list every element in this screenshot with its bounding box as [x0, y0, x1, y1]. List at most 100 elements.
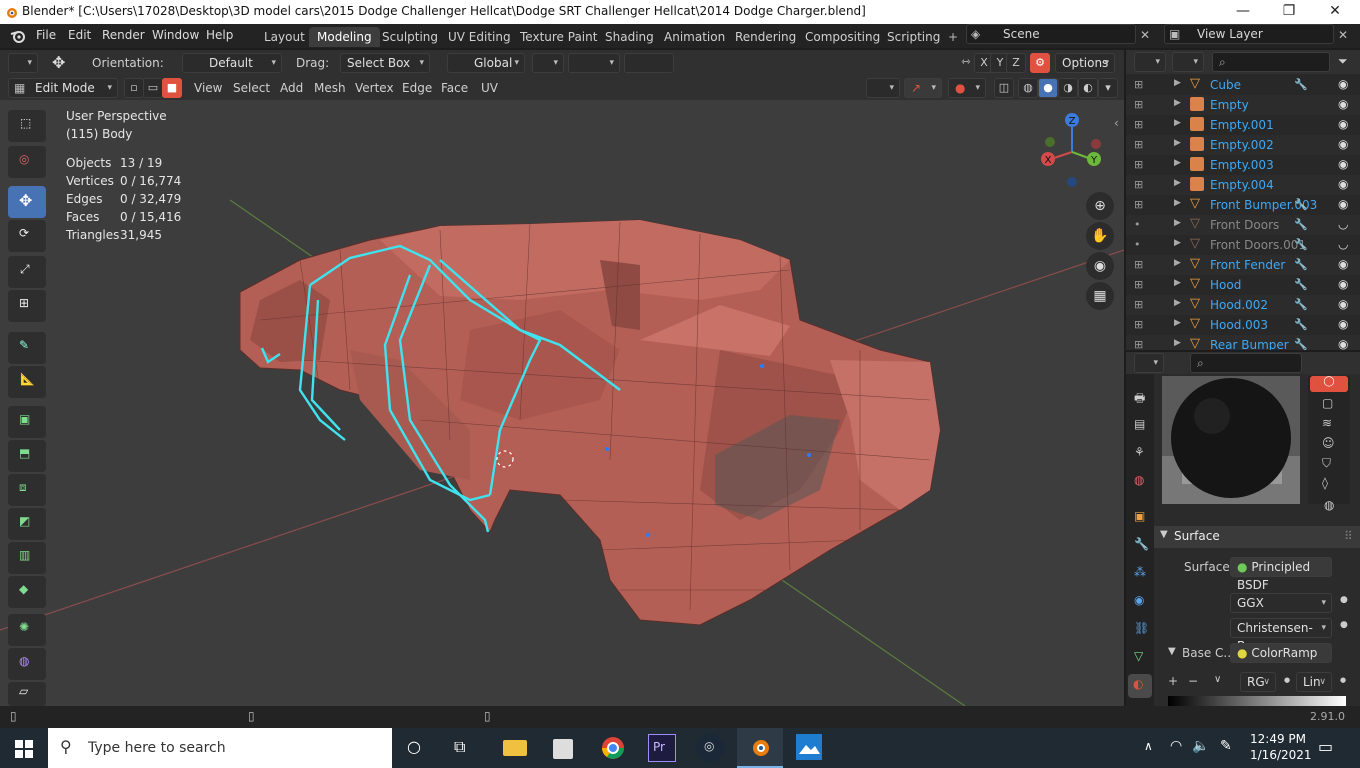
expand-arrow-icon[interactable]: ▶: [1174, 198, 1181, 208]
visibility-dropdown[interactable]: ▾: [866, 78, 900, 98]
outliner-search-input[interactable]: ⌕: [1212, 52, 1330, 72]
ortho-grid-icon[interactable]: ▦: [1086, 282, 1114, 310]
edge-select-icon[interactable]: ▭: [143, 78, 163, 98]
visibility-eye-icon[interactable]: ◡: [1338, 237, 1348, 251]
visibility-eye-icon[interactable]: ◉: [1338, 117, 1348, 131]
wireframe-shading-icon[interactable]: ◍: [1018, 78, 1038, 98]
menu-render[interactable]: Render: [102, 28, 145, 42]
ramp-menu-icon[interactable]: ∨: [1214, 674, 1221, 685]
menu-help[interactable]: Help: [206, 28, 233, 42]
world-props-tab-icon[interactable]: ◍: [1128, 470, 1152, 494]
world-preview-icon[interactable]: ◍: [1324, 498, 1334, 512]
tab-sculpting[interactable]: Sculpting: [374, 27, 446, 47]
selectability-icon[interactable]: ⊞: [1134, 158, 1143, 171]
tab-rendering[interactable]: Rendering: [727, 27, 804, 47]
expand-arrow-icon[interactable]: ▶: [1174, 318, 1181, 328]
proportional-edit-dropdown[interactable]: [624, 53, 674, 73]
steam-icon[interactable]: ◎: [696, 734, 724, 762]
notifications-icon[interactable]: ▭: [1318, 737, 1333, 756]
base-color-input[interactable]: ● ColorRamp: [1230, 643, 1332, 663]
selectability-icon[interactable]: ⊞: [1134, 198, 1143, 211]
move-tool-button[interactable]: ✥: [8, 186, 46, 218]
expand-arrow-icon[interactable]: ▶: [1174, 118, 1181, 128]
visibility-eye-icon[interactable]: ◉: [1338, 157, 1348, 171]
selectability-icon[interactable]: ⊞: [1134, 98, 1143, 111]
pan-hand-icon[interactable]: ✋: [1086, 222, 1114, 250]
rotate-tool-icon[interactable]: ⟳: [8, 220, 46, 252]
hair-preview-icon[interactable]: ≋: [1322, 416, 1332, 430]
tab-compositing[interactable]: Compositing: [797, 27, 888, 47]
expand-arrow-icon[interactable]: ▶: [1174, 98, 1181, 108]
maximize-button[interactable]: ❐: [1266, 0, 1312, 24]
premiere-icon[interactable]: Pr: [648, 734, 676, 762]
selectability-icon[interactable]: ⊞: [1134, 278, 1143, 291]
overlay-dropdown[interactable]: ● ▾: [948, 78, 986, 98]
add-workspace-button[interactable]: +: [940, 27, 966, 47]
outliner-item[interactable]: ⊞ ▶ ▽ Hood 🔧 ◉: [1126, 275, 1360, 295]
render-props-tab-icon[interactable]: 🖶: [1128, 386, 1152, 410]
modifier-props-tab-icon[interactable]: 🔧: [1128, 534, 1152, 558]
cortana-icon[interactable]: ○: [407, 737, 421, 756]
object-props-tab-icon[interactable]: ▣: [1128, 506, 1152, 530]
outliner-item[interactable]: ⊞ ▶ ▽ Front Bumper.003 🔧 ◉: [1126, 195, 1360, 215]
outliner-item[interactable]: ⊞ ▶ ▽ Hood.002 🔧 ◉: [1126, 295, 1360, 315]
subsurface-method-dropdown[interactable]: Christensen-Bu...▾: [1230, 618, 1332, 653]
visibility-eye-icon[interactable]: ◉: [1338, 297, 1348, 311]
menu-view[interactable]: View: [194, 81, 222, 95]
view-layer-selector[interactable]: ▣ View Layer: [1164, 24, 1334, 44]
visibility-eye-icon[interactable]: ◉: [1338, 137, 1348, 151]
outliner-editor-type-dropdown[interactable]: ▾: [1134, 52, 1166, 72]
ramp-interpolation-dropdown[interactable]: Lin ∨: [1296, 672, 1332, 692]
menu-vertex[interactable]: Vertex: [355, 81, 394, 95]
menu-face[interactable]: Face: [441, 81, 468, 95]
monkey-preview-icon[interactable]: ☺: [1322, 436, 1335, 450]
expand-arrow-icon[interactable]: ▶: [1174, 178, 1181, 188]
visibility-eye-icon[interactable]: ◉: [1338, 257, 1348, 271]
scale-tool-icon[interactable]: ⤢: [8, 256, 46, 288]
store-icon[interactable]: [548, 732, 578, 764]
selectability-icon[interactable]: •: [1134, 238, 1141, 251]
auto-merge-icon[interactable]: ⚙: [1030, 53, 1050, 73]
shear-tool-icon[interactable]: ▱: [8, 682, 46, 706]
constraints-props-tab-icon[interactable]: ⛓: [1128, 618, 1152, 642]
chrome-icon[interactable]: [598, 733, 628, 763]
material-props-tab-icon[interactable]: ◐: [1128, 674, 1152, 698]
selectability-icon[interactable]: •: [1134, 218, 1141, 231]
menu-window[interactable]: Window: [152, 28, 199, 42]
visibility-eye-icon[interactable]: ◉: [1338, 337, 1348, 350]
add-stop-icon[interactable]: +: [1168, 674, 1178, 688]
outliner-item[interactable]: ⊞ ▶ Empty ◉: [1126, 95, 1360, 115]
inset-tool-icon[interactable]: ⧈: [8, 474, 46, 506]
zoom-icon[interactable]: ⊕: [1086, 192, 1114, 220]
file-explorer-icon[interactable]: [500, 732, 530, 764]
select-tool-icon[interactable]: ⬚: [8, 110, 46, 142]
selectability-icon[interactable]: ⊞: [1134, 78, 1143, 91]
selectability-icon[interactable]: ⊞: [1134, 258, 1143, 271]
orientation-dropdown[interactable]: Default ▾: [182, 53, 282, 73]
outliner-item[interactable]: ⊞ ▶ ▽ Rear Bumper 🔧 ◉: [1126, 335, 1360, 350]
windows-start-icon[interactable]: [15, 740, 33, 758]
menu-uv[interactable]: UV: [481, 81, 498, 95]
expand-arrow-icon[interactable]: ▶: [1174, 338, 1181, 348]
selectability-icon[interactable]: ⊞: [1134, 118, 1143, 131]
options-dropdown[interactable]: Options ▾: [1055, 53, 1115, 73]
axis-z-toggle[interactable]: Z: [1006, 53, 1026, 73]
shading-options-dropdown[interactable]: ▾: [1098, 78, 1118, 98]
tool-select-dropdown[interactable]: ▾: [8, 53, 38, 73]
smooth-tool-icon[interactable]: ◍: [8, 648, 46, 680]
mirror-icon[interactable]: ⇿: [956, 53, 976, 73]
expand-arrow-icon[interactable]: ▶: [1174, 218, 1181, 228]
sphere-preview-icon[interactable]: ◯: [1310, 376, 1348, 392]
menu-mesh[interactable]: Mesh: [314, 81, 346, 95]
cloth-preview-icon[interactable]: ⛉: [1322, 456, 1331, 471]
menu-file[interactable]: File: [36, 28, 56, 42]
close-button[interactable]: ✕: [1312, 0, 1358, 24]
menu-edit[interactable]: Edit: [68, 28, 91, 42]
add-cube-tool-icon[interactable]: ▣: [8, 406, 46, 438]
outliner-item[interactable]: ⊞ ▶ Empty.002 ◉: [1126, 135, 1360, 155]
task-view-icon[interactable]: ⧉: [454, 737, 465, 757]
measure-tool-icon[interactable]: 📐: [8, 366, 46, 398]
surface-panel-header[interactable]: ▼ Surface ⠿: [1154, 526, 1360, 548]
scene-close-icon[interactable]: ✕: [1140, 28, 1150, 42]
blender-menu-icon[interactable]: [10, 29, 26, 43]
